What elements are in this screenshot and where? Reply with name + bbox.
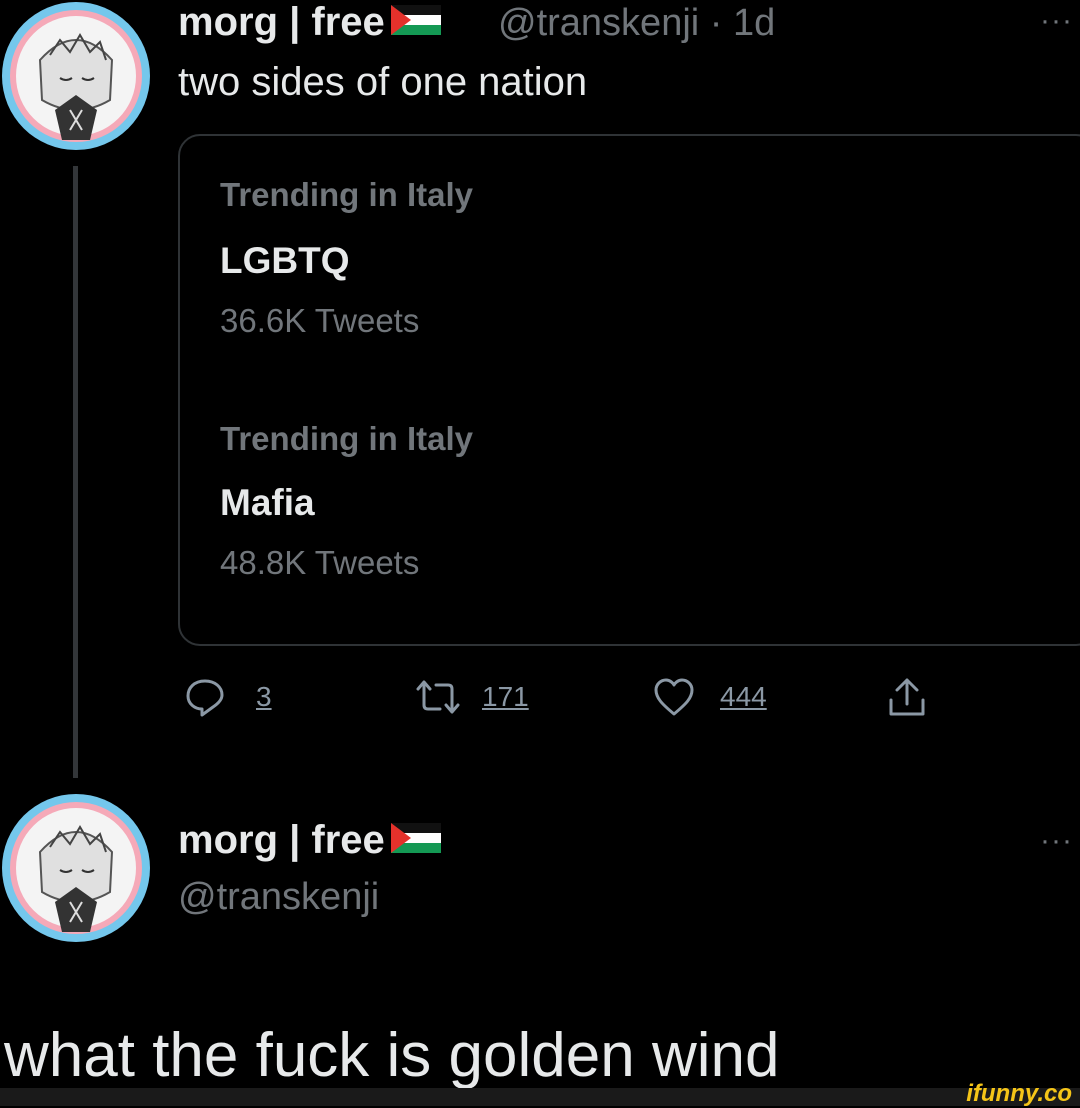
handle[interactable]: @transkenji xyxy=(178,876,379,919)
more-options-button[interactable]: ··· xyxy=(1040,4,1073,38)
retweet-button[interactable]: 171 xyxy=(412,672,529,722)
display-name-text: morg | free xyxy=(178,0,385,44)
tweet-text: two sides of one nation xyxy=(178,60,588,104)
avatar[interactable] xyxy=(0,0,152,152)
trend-card[interactable]: Trending in Italy LGBTQ 36.6K Tweets Tre… xyxy=(178,134,1080,646)
more-options-button[interactable]: ··· xyxy=(1040,824,1073,858)
ifunny-watermark: ifunny.co xyxy=(966,1080,1072,1107)
trend-name: Mafia xyxy=(220,482,315,523)
reply-button[interactable]: 3 xyxy=(184,672,272,722)
palestine-flag-icon xyxy=(390,0,441,45)
retweet-count: 171 xyxy=(482,681,529,712)
footer-bar xyxy=(0,1088,1080,1106)
display-name[interactable]: morg | free xyxy=(178,818,441,863)
share-button[interactable] xyxy=(884,672,930,722)
like-count: 444 xyxy=(720,681,767,712)
trend-count: 36.6K Tweets xyxy=(220,302,420,339)
reply-icon xyxy=(186,679,224,717)
handle-timestamp[interactable]: @transkenji · 1d xyxy=(498,2,775,45)
display-name-text: morg | free xyxy=(178,818,385,862)
share-icon xyxy=(889,678,925,716)
retweet-icon xyxy=(416,680,460,714)
trend-name: LGBTQ xyxy=(220,240,350,281)
like-button[interactable]: 444 xyxy=(652,672,767,722)
trend-count: 48.8K Tweets xyxy=(220,544,420,581)
avatar[interactable] xyxy=(0,792,152,944)
caption-text: what the fuck is golden wind xyxy=(4,1021,780,1090)
thread-line xyxy=(73,166,78,778)
display-name[interactable]: morg | free xyxy=(178,0,441,45)
reply-count: 3 xyxy=(256,681,272,712)
heart-icon xyxy=(654,678,694,716)
trend-category: Trending in Italy xyxy=(220,420,474,457)
palestine-flag-icon xyxy=(390,818,441,863)
trend-category: Trending in Italy xyxy=(220,176,474,213)
